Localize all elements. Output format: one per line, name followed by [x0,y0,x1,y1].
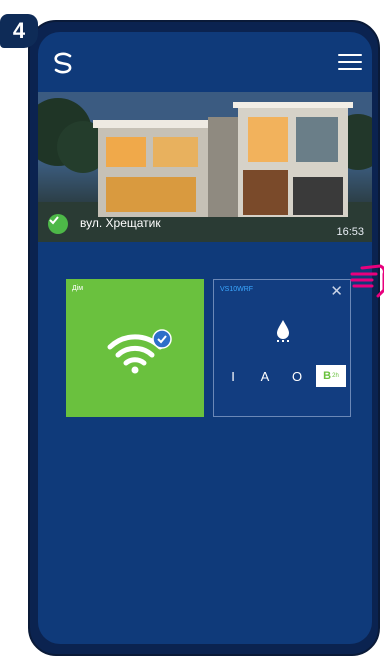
wifi-icon [107,329,172,374]
mode-button-a[interactable]: A [252,369,278,384]
check-badge-icon [152,329,172,349]
location-time: 16:53 [336,226,364,238]
tile-label-device: VS10WRF [220,286,254,293]
app-screen: вул. Хрещатик 16:53 Дім VS10WRF ✕ I A O … [38,32,372,644]
salus-logo-icon[interactable] [50,50,76,76]
mode-button-o[interactable]: O [284,369,310,384]
hamburger-menu-icon[interactable] [338,54,362,72]
close-icon[interactable]: ✕ [330,284,343,299]
phone-frame: вул. Хрещатик 16:53 Дім VS10WRF ✕ I A O … [28,20,380,656]
tap-pointer-icon [350,264,384,298]
step-number-badge: 4 [0,14,38,48]
valve-device-tile[interactable]: VS10WRF ✕ I A O B 2h [213,279,351,417]
home-gateway-tile[interactable]: Дім [66,279,204,417]
water-drop-icon [277,320,289,342]
mode-button-i[interactable]: I [220,369,246,384]
boost-duration: 2h [332,373,339,379]
mode-button-boost[interactable]: B 2h [316,365,346,387]
tile-label-home: Дім [72,285,84,292]
location-card[interactable]: вул. Хрещатик 16:53 [38,92,372,242]
location-address: вул. Хрещатик [80,216,161,230]
check-circle-icon [48,214,68,234]
mode-selector: I A O B 2h [220,364,346,388]
boost-label: B [323,370,332,382]
top-bar [38,32,372,90]
